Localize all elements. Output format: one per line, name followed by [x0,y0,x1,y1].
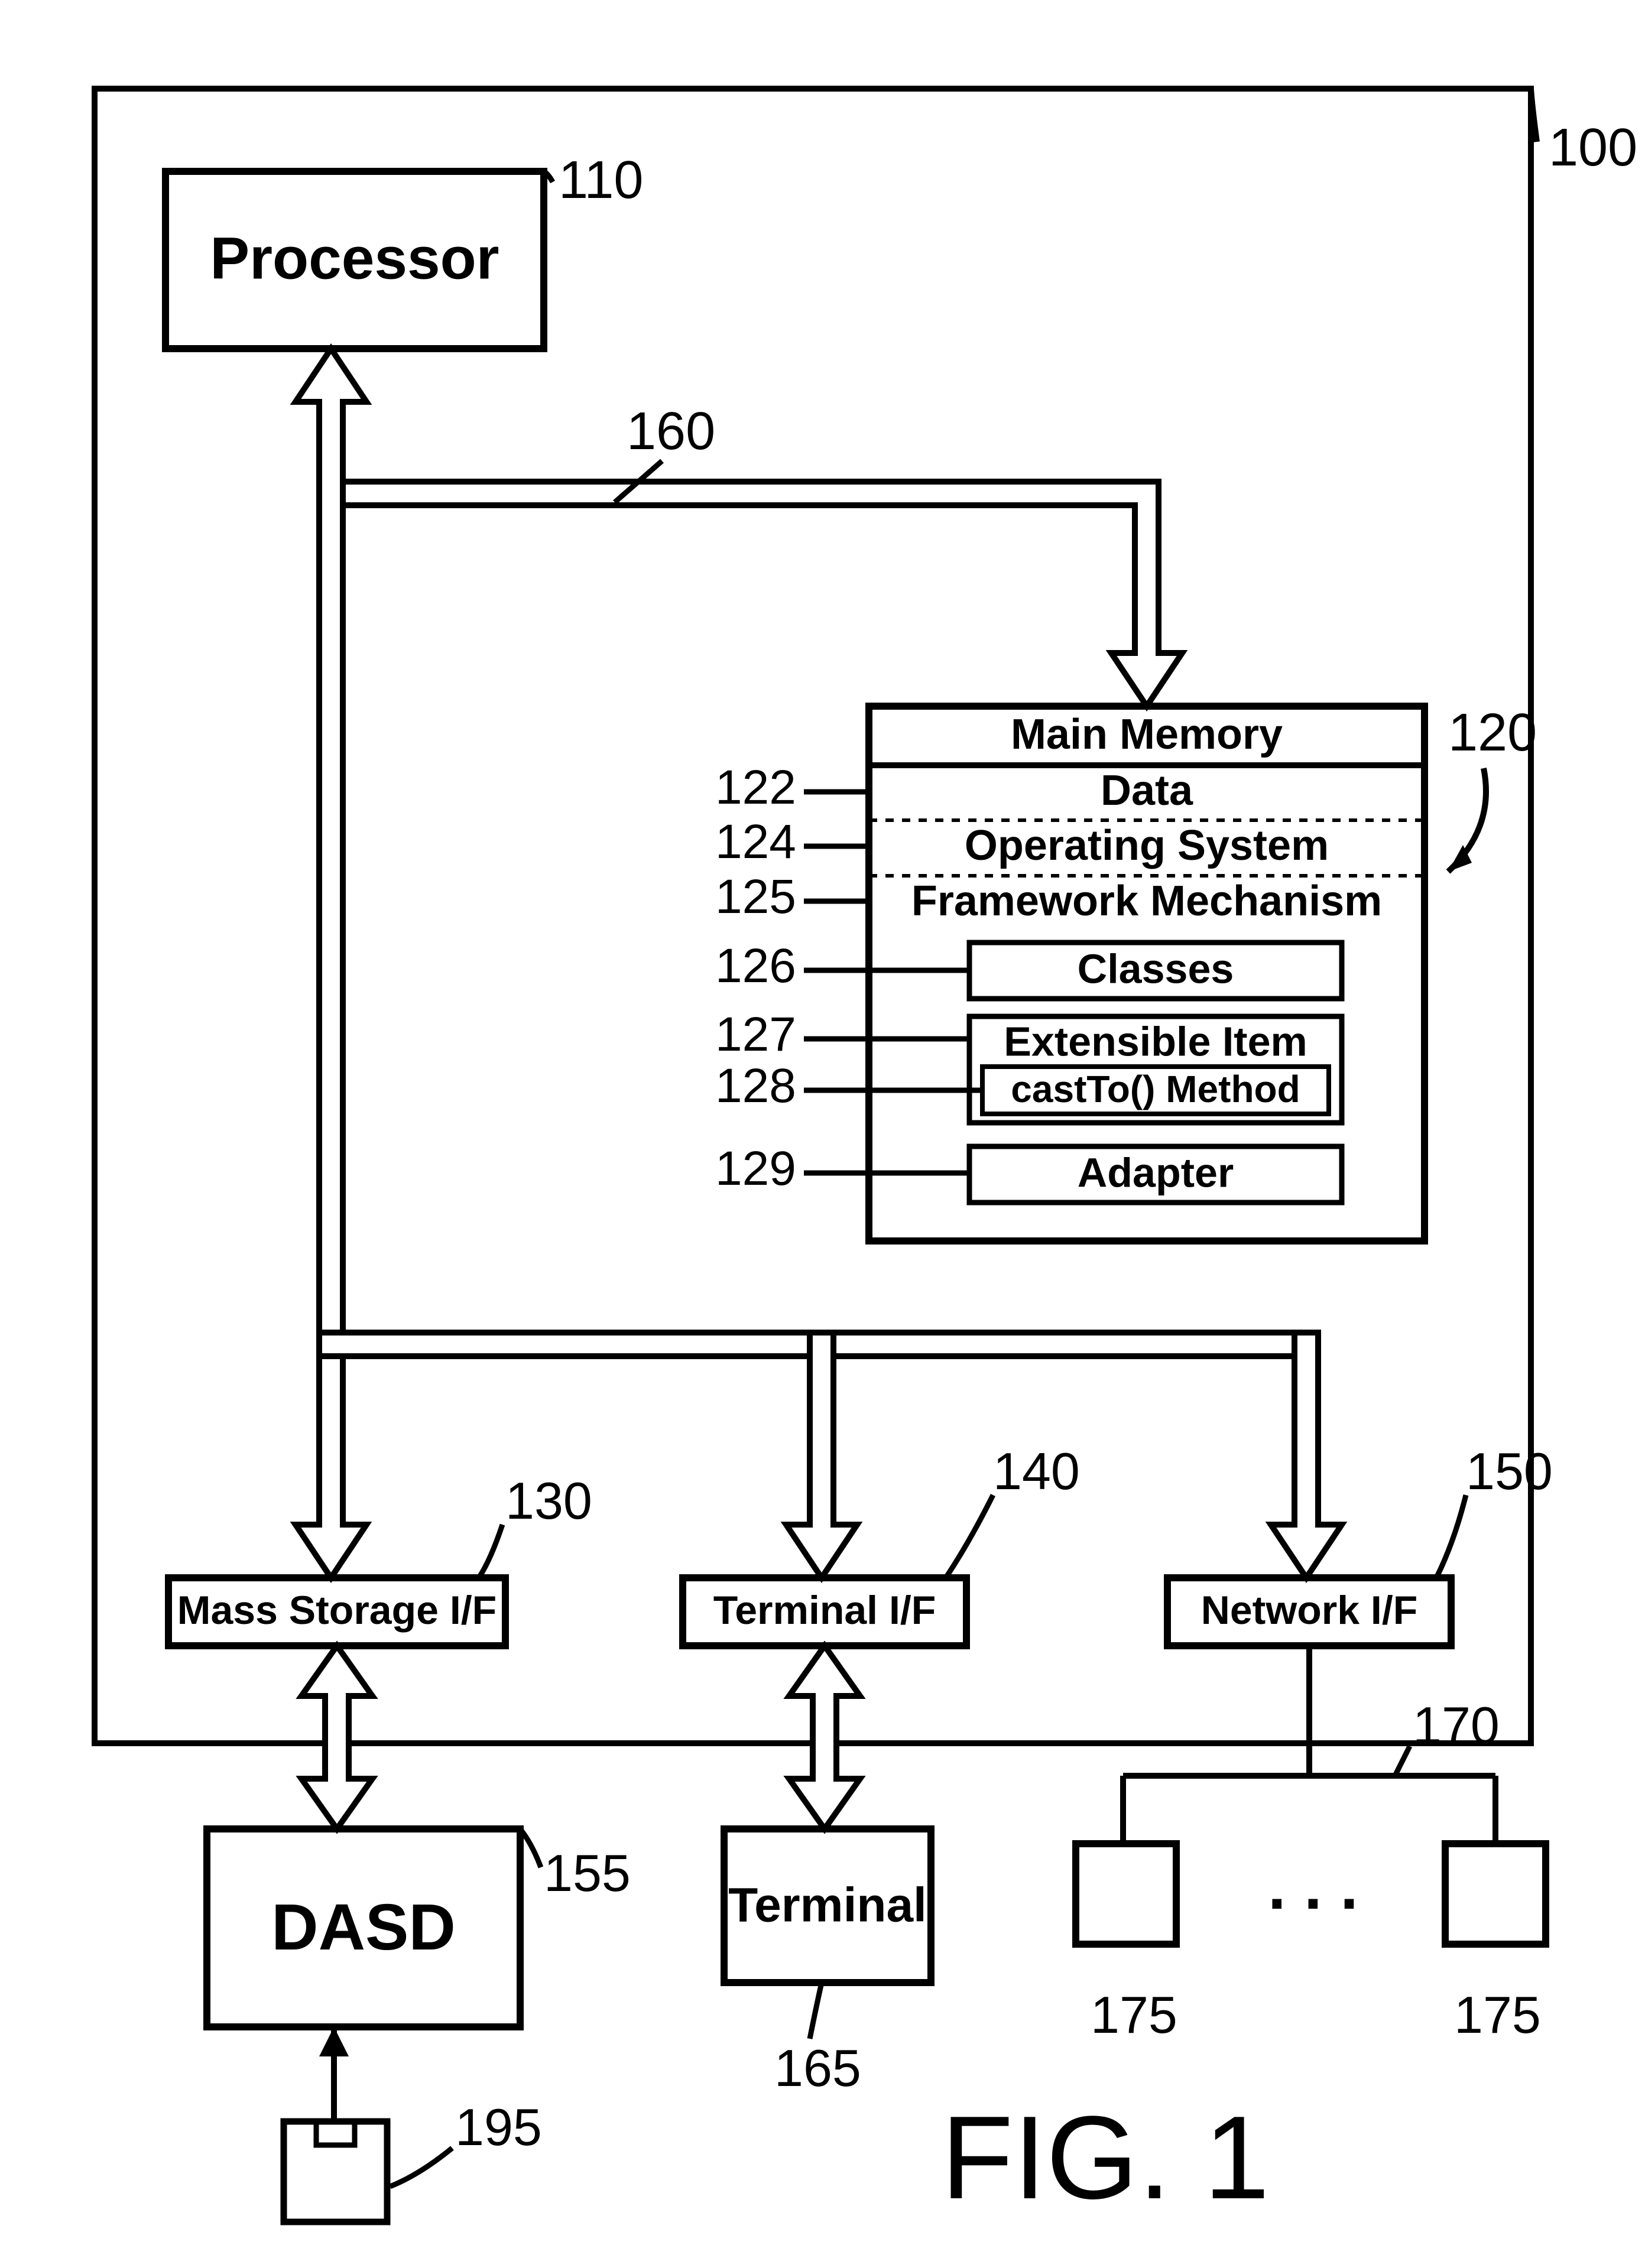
net-node-a [1076,1844,1176,1944]
ref-130: 130 [505,1471,592,1530]
ref-127: 127 [715,1008,796,1061]
term-if-label: Terminal I/F [713,1588,936,1633]
ref-100: 100 [1549,118,1637,177]
ref-129: 129 [715,1142,796,1195]
memory-adapter-label: Adapter [1078,1149,1234,1195]
ref-160: 160 [627,402,715,461]
figure-label: FIG. 1 [941,2092,1270,2224]
memory-fw-label: Framework Mechanism [911,878,1382,925]
ref-195: 195 [455,2098,542,2156]
ref-125: 125 [715,870,796,924]
ref-140: 140 [993,1442,1080,1500]
net-node-b [1445,1844,1546,1944]
ref-110: 110 [559,151,643,210]
ref-150: 150 [1466,1442,1553,1500]
memory-ext-label: Extensible Item [1004,1018,1307,1064]
ref-124: 124 [715,815,796,869]
dasd-label: DASD [271,1891,456,1964]
net-dots: . . . [1268,1850,1358,1923]
net-if-label: Network I/F [1201,1588,1418,1633]
ref-175-a: 175 [1091,1986,1177,2044]
ref-175-b: 175 [1454,1986,1541,2044]
mass-if-label: Mass Storage I/F [177,1588,497,1633]
memory-os-label: Operating System [965,822,1329,869]
ref-122: 122 [715,761,796,814]
floppy-icon [284,2121,387,2222]
memory-classes-label: Classes [1078,945,1234,992]
ref-126: 126 [715,939,796,993]
ref-165: 165 [774,2039,861,2097]
memory-title: Main Memory [1011,711,1283,758]
processor-label: Processor [210,225,499,291]
ref-155: 155 [544,1844,631,1902]
ref-120: 120 [1448,703,1537,762]
ref-128: 128 [715,1059,796,1113]
memory-cast-label: castTo() Method [1011,1068,1300,1110]
memory-data-label: Data [1101,767,1193,814]
terminal-label: Terminal [728,1879,927,1932]
ref-170: 170 [1413,1696,1500,1754]
